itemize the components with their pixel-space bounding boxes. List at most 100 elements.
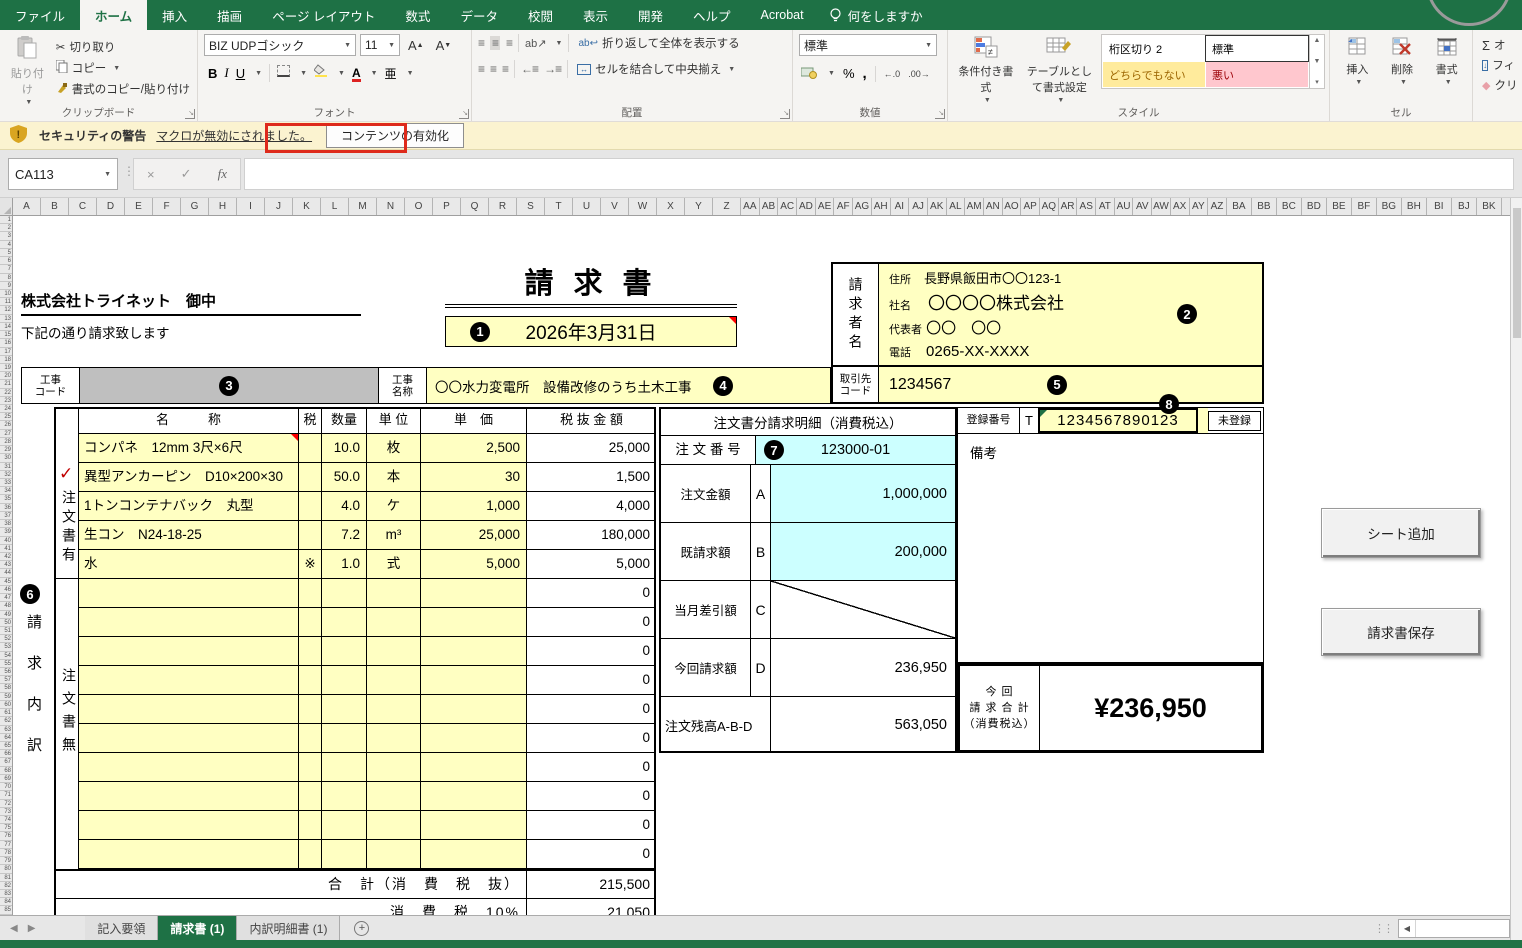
invoice-item-row-amount[interactable]: 25,000 — [527, 434, 656, 463]
row-header-41[interactable]: 41 — [0, 545, 12, 553]
row-header-42[interactable]: 42 — [0, 553, 12, 561]
format-as-table-button[interactable]: テーブルとして書式設定▼ — [1022, 34, 1097, 106]
phonetic-button[interactable]: 亜 — [385, 65, 397, 82]
row-header-20[interactable]: 20 — [0, 372, 12, 380]
month-deduction-value[interactable] — [771, 581, 955, 638]
increase-decimal-button[interactable]: ←.0 — [884, 69, 901, 79]
column-header-AQ[interactable]: AQ — [1040, 198, 1059, 215]
row-header-7[interactable]: 7 — [0, 265, 12, 273]
invoice-empty-row-amount[interactable]: 0 — [527, 724, 656, 753]
row-header-62[interactable]: 62 — [0, 717, 12, 725]
row-header-34[interactable]: 34 — [0, 487, 12, 495]
row-header-72[interactable]: 72 — [0, 800, 12, 808]
column-header-L[interactable]: L — [321, 198, 349, 215]
invoice-empty-row-tax[interactable] — [299, 724, 322, 753]
vertical-scrollbar[interactable] — [1510, 198, 1522, 940]
invoice-item-row-price[interactable]: 5,000 — [421, 550, 527, 579]
gallery-scroll[interactable]: ▲▼▾ — [1310, 34, 1325, 89]
grand-total-value[interactable]: ¥236,950 — [1040, 666, 1261, 750]
invoice-empty-row-qty[interactable] — [322, 637, 367, 666]
sheet-nav-right-icon[interactable]: ▶ — [28, 923, 36, 934]
fill-color-button[interactable] — [314, 64, 328, 82]
sheet-tab-内訳明細書 (1)[interactable]: 内訳明細書 (1) — [237, 916, 340, 940]
row-header-30[interactable]: 30 — [0, 454, 12, 462]
invoice-item-row-name[interactable]: 1トンコンテナバック 丸型 — [79, 492, 299, 521]
row-header-39[interactable]: 39 — [0, 528, 12, 536]
row-header-24[interactable]: 24 — [0, 405, 12, 413]
order-number-cell[interactable]: 7 123000-01 — [756, 436, 955, 464]
invoice-empty-row-tax[interactable] — [299, 811, 322, 840]
column-header-AD[interactable]: AD — [797, 198, 816, 215]
row-header-26[interactable]: 26 — [0, 421, 12, 429]
invoice-item-row-name[interactable]: コンパネ 12mm 3尺×6尺 — [79, 434, 299, 463]
new-sheet-button[interactable]: + — [340, 916, 383, 940]
recipient-name[interactable]: 株式会社トライネット 御中 — [21, 290, 361, 316]
increase-font-button[interactable]: A▲ — [404, 37, 428, 54]
row-header-57[interactable]: 57 — [0, 676, 12, 684]
subtotal-value[interactable]: 215,500 — [527, 871, 656, 898]
add-sheet-button[interactable]: シート追加 — [1321, 508, 1481, 558]
ribbon-tab-挿入[interactable]: 挿入 — [147, 0, 202, 30]
row-header-1[interactable]: 1 — [0, 216, 12, 224]
cell-style-標準[interactable]: 標準 — [1206, 36, 1308, 61]
invoice-empty-row-price[interactable] — [421, 608, 527, 637]
invoice-empty-row-unit[interactable] — [367, 637, 421, 666]
enter-icon[interactable]: ✓ — [181, 166, 192, 182]
column-header-BC[interactable]: BC — [1277, 198, 1302, 215]
invoice-empty-row-name[interactable] — [79, 782, 299, 811]
row-header-80[interactable]: 80 — [0, 865, 12, 873]
align-top-icon[interactable]: ≡ — [478, 36, 484, 50]
column-header-AN[interactable]: AN — [984, 198, 1003, 215]
row-header-23[interactable]: 23 — [0, 397, 12, 405]
invoice-empty-row-tax[interactable] — [299, 782, 322, 811]
row-header-9[interactable]: 9 — [0, 282, 12, 290]
italic-button[interactable]: I — [224, 65, 228, 81]
invoice-item-row-price[interactable]: 2,500 — [421, 434, 527, 463]
decrease-indent-icon[interactable]: ←≡ — [521, 62, 538, 76]
requester-label-cell[interactable]: 請求者名 — [833, 264, 879, 365]
invoice-empty-row-price[interactable] — [421, 724, 527, 753]
row-header-52[interactable]: 52 — [0, 635, 12, 643]
number-format-select[interactable]: 標準▼ — [799, 34, 937, 56]
column-header-Q[interactable]: Q — [461, 198, 489, 215]
macros-disabled-link[interactable]: マクロが無効にされました。 — [156, 127, 312, 144]
ribbon-tab-ページ レイアウト[interactable]: ページ レイアウト — [257, 0, 390, 30]
cell-style-桁区切り 2[interactable]: 桁区切り 2 — [1103, 36, 1205, 61]
row-header-84[interactable]: 84 — [0, 898, 12, 906]
row-header-69[interactable]: 69 — [0, 775, 12, 783]
column-header-V[interactable]: V — [601, 198, 629, 215]
invoice-empty-row-price[interactable] — [421, 782, 527, 811]
row-header-76[interactable]: 76 — [0, 832, 12, 840]
invoice-empty-row-price[interactable] — [421, 811, 527, 840]
row-header-29[interactable]: 29 — [0, 446, 12, 454]
row-header-81[interactable]: 81 — [0, 874, 12, 882]
column-header-A[interactable]: A — [13, 198, 41, 215]
invoice-item-row-qty[interactable]: 4.0 — [322, 492, 367, 521]
row-header-18[interactable]: 18 — [0, 356, 12, 364]
billed-amount-value[interactable]: 200,000 — [771, 523, 955, 580]
underline-button[interactable]: U — [236, 66, 245, 81]
invoice-empty-row-unit[interactable] — [367, 724, 421, 753]
align-left-icon[interactable]: ≡ — [478, 62, 484, 76]
row-header-59[interactable]: 59 — [0, 693, 12, 701]
row-header-25[interactable]: 25 — [0, 413, 12, 421]
ribbon-tab-ヘルプ[interactable]: ヘルプ — [678, 0, 746, 30]
row-header-37[interactable]: 37 — [0, 512, 12, 520]
alignment-dialog-launcher[interactable]: ↘ — [780, 109, 790, 119]
row-header-63[interactable]: 63 — [0, 726, 12, 734]
tab-splitter-grip[interactable]: ⋮⋮ — [1374, 916, 1398, 940]
invoice-empty-row-amount[interactable]: 0 — [527, 782, 656, 811]
invoice-empty-row-tax[interactable] — [299, 666, 322, 695]
column-header-AJ[interactable]: AJ — [909, 198, 928, 215]
invoice-item-row-name[interactable]: 生コン N24-18-25 — [79, 521, 299, 550]
ribbon-tab-ホーム[interactable]: ホーム — [80, 0, 147, 30]
invoice-item-row-amount[interactable]: 180,000 — [527, 521, 656, 550]
row-header-3[interactable]: 3 — [0, 232, 12, 240]
sheet-tab-請求書 (1)[interactable]: 請求書 (1) — [158, 916, 237, 940]
column-header-BA[interactable]: BA — [1227, 198, 1252, 215]
align-right-icon[interactable]: ≡ — [502, 62, 508, 76]
cancel-icon[interactable]: × — [147, 167, 155, 182]
column-header-W[interactable]: W — [629, 198, 657, 215]
invoice-empty-row-price[interactable] — [421, 637, 527, 666]
work-code-label-cell[interactable]: 工事コード — [22, 368, 80, 403]
